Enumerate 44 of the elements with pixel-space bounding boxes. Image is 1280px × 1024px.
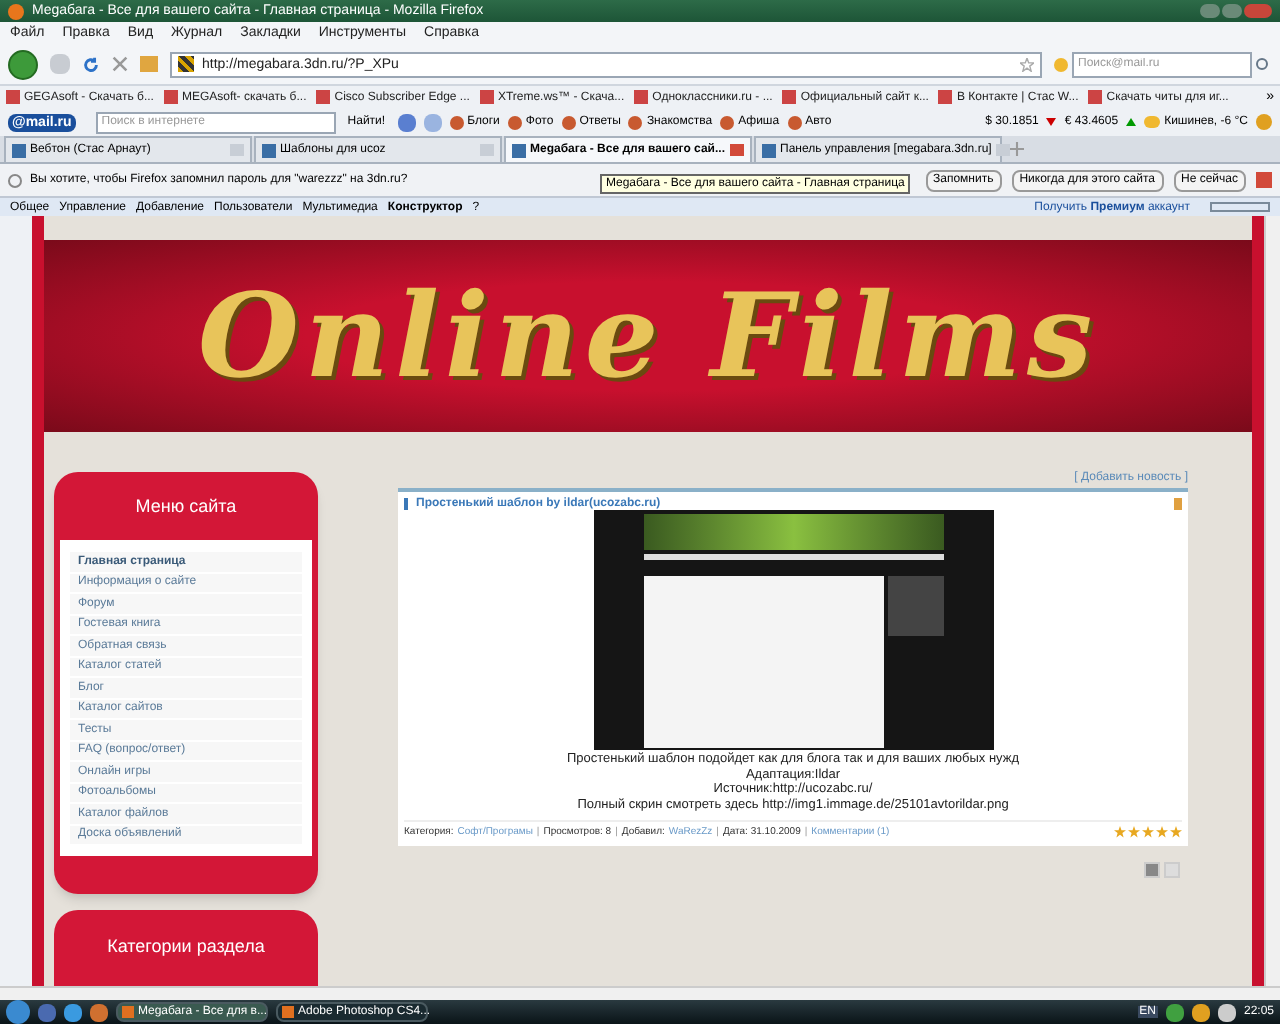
link-icon: [507, 115, 522, 129]
close-notification-button[interactable]: [1256, 172, 1272, 188]
forward-button[interactable]: [50, 54, 70, 74]
link-icon: [787, 115, 802, 129]
minimize-button[interactable]: [1200, 4, 1220, 18]
site-favicon-icon: [178, 56, 194, 72]
categories-title: Категории раздела: [107, 938, 265, 957]
tab-close-icon[interactable]: [480, 144, 494, 156]
new-tab-icon[interactable]: [1010, 142, 1024, 156]
up-triangle-icon: [1126, 118, 1137, 126]
bookmark-favicon-icon: [938, 90, 953, 104]
tab-close-icon[interactable]: [995, 144, 1010, 156]
bookmark-star-icon[interactable]: [1020, 57, 1034, 71]
search-engine-icon: [1054, 57, 1068, 71]
bookmark-favicon-icon: [6, 90, 20, 104]
down-triangle-icon: [1046, 118, 1057, 126]
start-button[interactable]: [6, 1000, 30, 1024]
title-marker-icon: [404, 498, 408, 510]
bookmark-favicon-icon: [634, 90, 649, 104]
site-logo: Online Films: [197, 278, 1099, 394]
slider-drawing: [1210, 202, 1270, 212]
tab-favicon-icon: [512, 143, 526, 157]
app-icon: [122, 1006, 134, 1018]
link-icon: [561, 115, 576, 129]
tab-favicon-icon: [12, 143, 26, 157]
menu-title: Меню сайта: [133, 493, 239, 519]
back-button[interactable]: [8, 49, 38, 79]
bookmark-favicon-icon: [1088, 90, 1103, 104]
maximize-button[interactable]: [1222, 4, 1242, 18]
reload-icon[interactable]: [82, 55, 100, 73]
tab-favicon-icon: [262, 143, 276, 157]
bookmark-favicon-icon: [782, 90, 797, 104]
tab-favicon-icon: [762, 143, 776, 157]
app-icon: [282, 1006, 294, 1018]
link-icon: [449, 115, 464, 129]
link-icon: [720, 115, 735, 129]
link-icon: [628, 115, 643, 129]
bookmark-favicon-icon: [479, 90, 494, 104]
bookmark-favicon-icon: [163, 90, 178, 104]
stop-icon[interactable]: [112, 56, 128, 72]
bookmark-favicon-icon: [316, 90, 331, 104]
tab-close-icon[interactable]: [730, 144, 744, 156]
tab-close-icon[interactable]: [230, 144, 244, 156]
close-button[interactable]: [1244, 4, 1272, 18]
